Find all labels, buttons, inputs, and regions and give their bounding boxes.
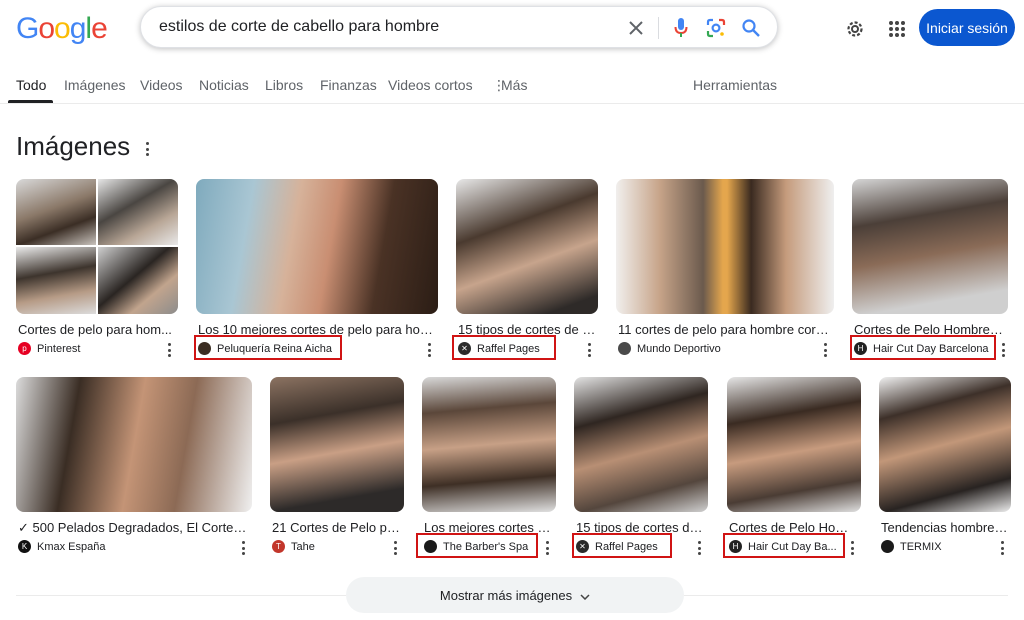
section-options-icon[interactable] xyxy=(140,139,154,159)
tab-todo[interactable]: Todo xyxy=(16,77,46,93)
tab-finanzas[interactable]: Finanzas xyxy=(320,77,377,93)
images-section-title: Imágenes xyxy=(16,131,131,161)
more-options-icon[interactable] xyxy=(392,541,398,555)
source-name: Mundo Deportivo xyxy=(637,342,721,355)
search-tabs: Todo Imágenes Videos Noticias Libros Fin… xyxy=(0,68,1024,104)
tab-libros[interactable]: Libros xyxy=(265,77,303,93)
tools-button[interactable]: Herramientas xyxy=(693,77,777,93)
pinterest-logo-icon: p xyxy=(18,342,31,355)
kmax-logo-icon: K xyxy=(18,540,31,553)
more-options-icon[interactable] xyxy=(166,343,172,357)
termix-logo-icon xyxy=(881,540,894,553)
more-options-icon[interactable] xyxy=(240,541,246,555)
highlight-box xyxy=(572,533,672,558)
image-result-card[interactable]: Cortes de pelo para hom... p Pinterest xyxy=(16,179,178,369)
highlight-box xyxy=(723,533,845,558)
image-thumbnail[interactable] xyxy=(16,377,252,512)
image-thumbnail[interactable] xyxy=(422,377,556,512)
image-title[interactable]: Tendencias hombres:... xyxy=(881,520,1009,535)
tab-videos[interactable]: Videos xyxy=(140,77,183,93)
active-tab-indicator xyxy=(8,100,53,103)
image-result-card[interactable]: Tendencias hombres:... TERMIX xyxy=(879,377,1011,567)
image-source[interactable]: K Kmax España xyxy=(18,540,105,553)
image-result-card[interactable]: 15 tipos de cortes de p... ✕ Raffel Page… xyxy=(452,179,598,369)
tab-mas[interactable]: ⋮Más xyxy=(492,77,527,94)
image-thumbnail[interactable] xyxy=(574,377,708,512)
highlight-box xyxy=(452,335,556,360)
highlight-box xyxy=(194,335,342,360)
more-options-icon[interactable] xyxy=(849,541,855,555)
clear-icon[interactable] xyxy=(624,16,648,40)
image-thumbnail[interactable] xyxy=(879,377,1011,512)
image-thumbnail[interactable] xyxy=(270,377,404,512)
sign-in-button[interactable]: Iniciar sesión xyxy=(919,9,1015,46)
image-result-card[interactable]: Los 10 mejores cortes de pelo para hom..… xyxy=(194,179,438,369)
microphone-icon[interactable] xyxy=(669,16,693,40)
more-options-icon[interactable] xyxy=(696,541,702,555)
image-source[interactable]: Mundo Deportivo xyxy=(618,342,721,355)
image-thumbnail[interactable] xyxy=(456,179,598,314)
more-options-icon[interactable] xyxy=(426,343,432,357)
apps-grid-icon[interactable] xyxy=(885,17,909,41)
image-result-card[interactable]: 11 cortes de pelo para hombre corto... M… xyxy=(616,179,834,369)
header: Google estilos de corte de cabello para … xyxy=(0,0,1024,60)
tab-noticias[interactable]: Noticias xyxy=(199,77,249,93)
image-source[interactable]: TERMIX xyxy=(881,540,942,553)
tahe-logo-icon: T xyxy=(272,540,285,553)
more-options-icon[interactable] xyxy=(544,541,550,555)
image-thumbnail[interactable] xyxy=(16,179,178,314)
image-result-card[interactable]: Cortes de Pelo Homb... H Hair Cut Day Ba… xyxy=(723,377,861,567)
more-options-icon[interactable] xyxy=(822,343,828,357)
more-options-icon[interactable] xyxy=(586,343,592,357)
image-result-card[interactable]: ✓ 500 Pelados Degradados, El Corte d... … xyxy=(16,377,252,567)
more-options-icon[interactable] xyxy=(999,541,1005,555)
source-name: Kmax España xyxy=(37,540,106,553)
google-lens-icon[interactable] xyxy=(704,16,728,40)
highlight-box xyxy=(416,533,538,558)
search-input[interactable]: estilos de corte de cabello para hombre xyxy=(159,18,439,36)
search-icon[interactable] xyxy=(739,16,763,40)
image-source[interactable]: p Pinterest xyxy=(18,342,80,355)
search-box[interactable]: estilos de corte de cabello para hombre xyxy=(140,6,778,48)
highlight-box xyxy=(850,335,996,360)
mundo-deportivo-logo-icon xyxy=(618,342,631,355)
divider xyxy=(658,17,659,39)
image-result-card[interactable]: 21 Cortes de Pelo par... T Tahe xyxy=(270,377,404,567)
tab-mas-label: Más xyxy=(501,77,528,93)
more-vert-icon: ⋮ xyxy=(492,77,506,93)
source-name: Tahe xyxy=(291,540,315,553)
show-more-images-button[interactable]: Mostrar más imágenes xyxy=(346,577,684,613)
image-thumbnail[interactable] xyxy=(196,179,438,314)
image-title[interactable]: 21 Cortes de Pelo par... xyxy=(272,520,402,535)
image-result-card[interactable]: Los mejores cortes d... The Barber's Spa xyxy=(416,377,556,567)
image-title[interactable]: 11 cortes de pelo para hombre corto... xyxy=(618,322,832,337)
settings-gear-icon[interactable] xyxy=(843,17,867,41)
image-thumbnail[interactable] xyxy=(852,179,1008,314)
tab-imagenes[interactable]: Imágenes xyxy=(64,77,125,93)
google-logo[interactable]: Google xyxy=(16,12,108,46)
divider xyxy=(684,595,1008,596)
image-thumbnail[interactable] xyxy=(727,377,861,512)
tab-videos-cortos[interactable]: Videos cortos xyxy=(388,77,473,93)
more-options-icon[interactable] xyxy=(1000,343,1006,357)
image-source[interactable]: T Tahe xyxy=(272,540,315,553)
image-result-card[interactable]: 15 tipos de cortes de ... ✕ Raffel Pages xyxy=(572,377,708,567)
image-title[interactable]: ✓ 500 Pelados Degradados, El Corte d... xyxy=(18,520,250,536)
chevron-down-icon xyxy=(580,588,590,603)
image-thumbnail[interactable] xyxy=(616,179,834,314)
image-result-card[interactable]: Cortes de Pelo Hombre e... H Hair Cut Da… xyxy=(850,179,1008,369)
show-more-label: Mostrar más imágenes xyxy=(439,587,573,603)
image-title[interactable]: Cortes de pelo para hom... xyxy=(18,322,176,337)
source-name: TERMIX xyxy=(900,540,942,553)
source-name: Pinterest xyxy=(37,342,81,355)
divider xyxy=(16,595,346,596)
